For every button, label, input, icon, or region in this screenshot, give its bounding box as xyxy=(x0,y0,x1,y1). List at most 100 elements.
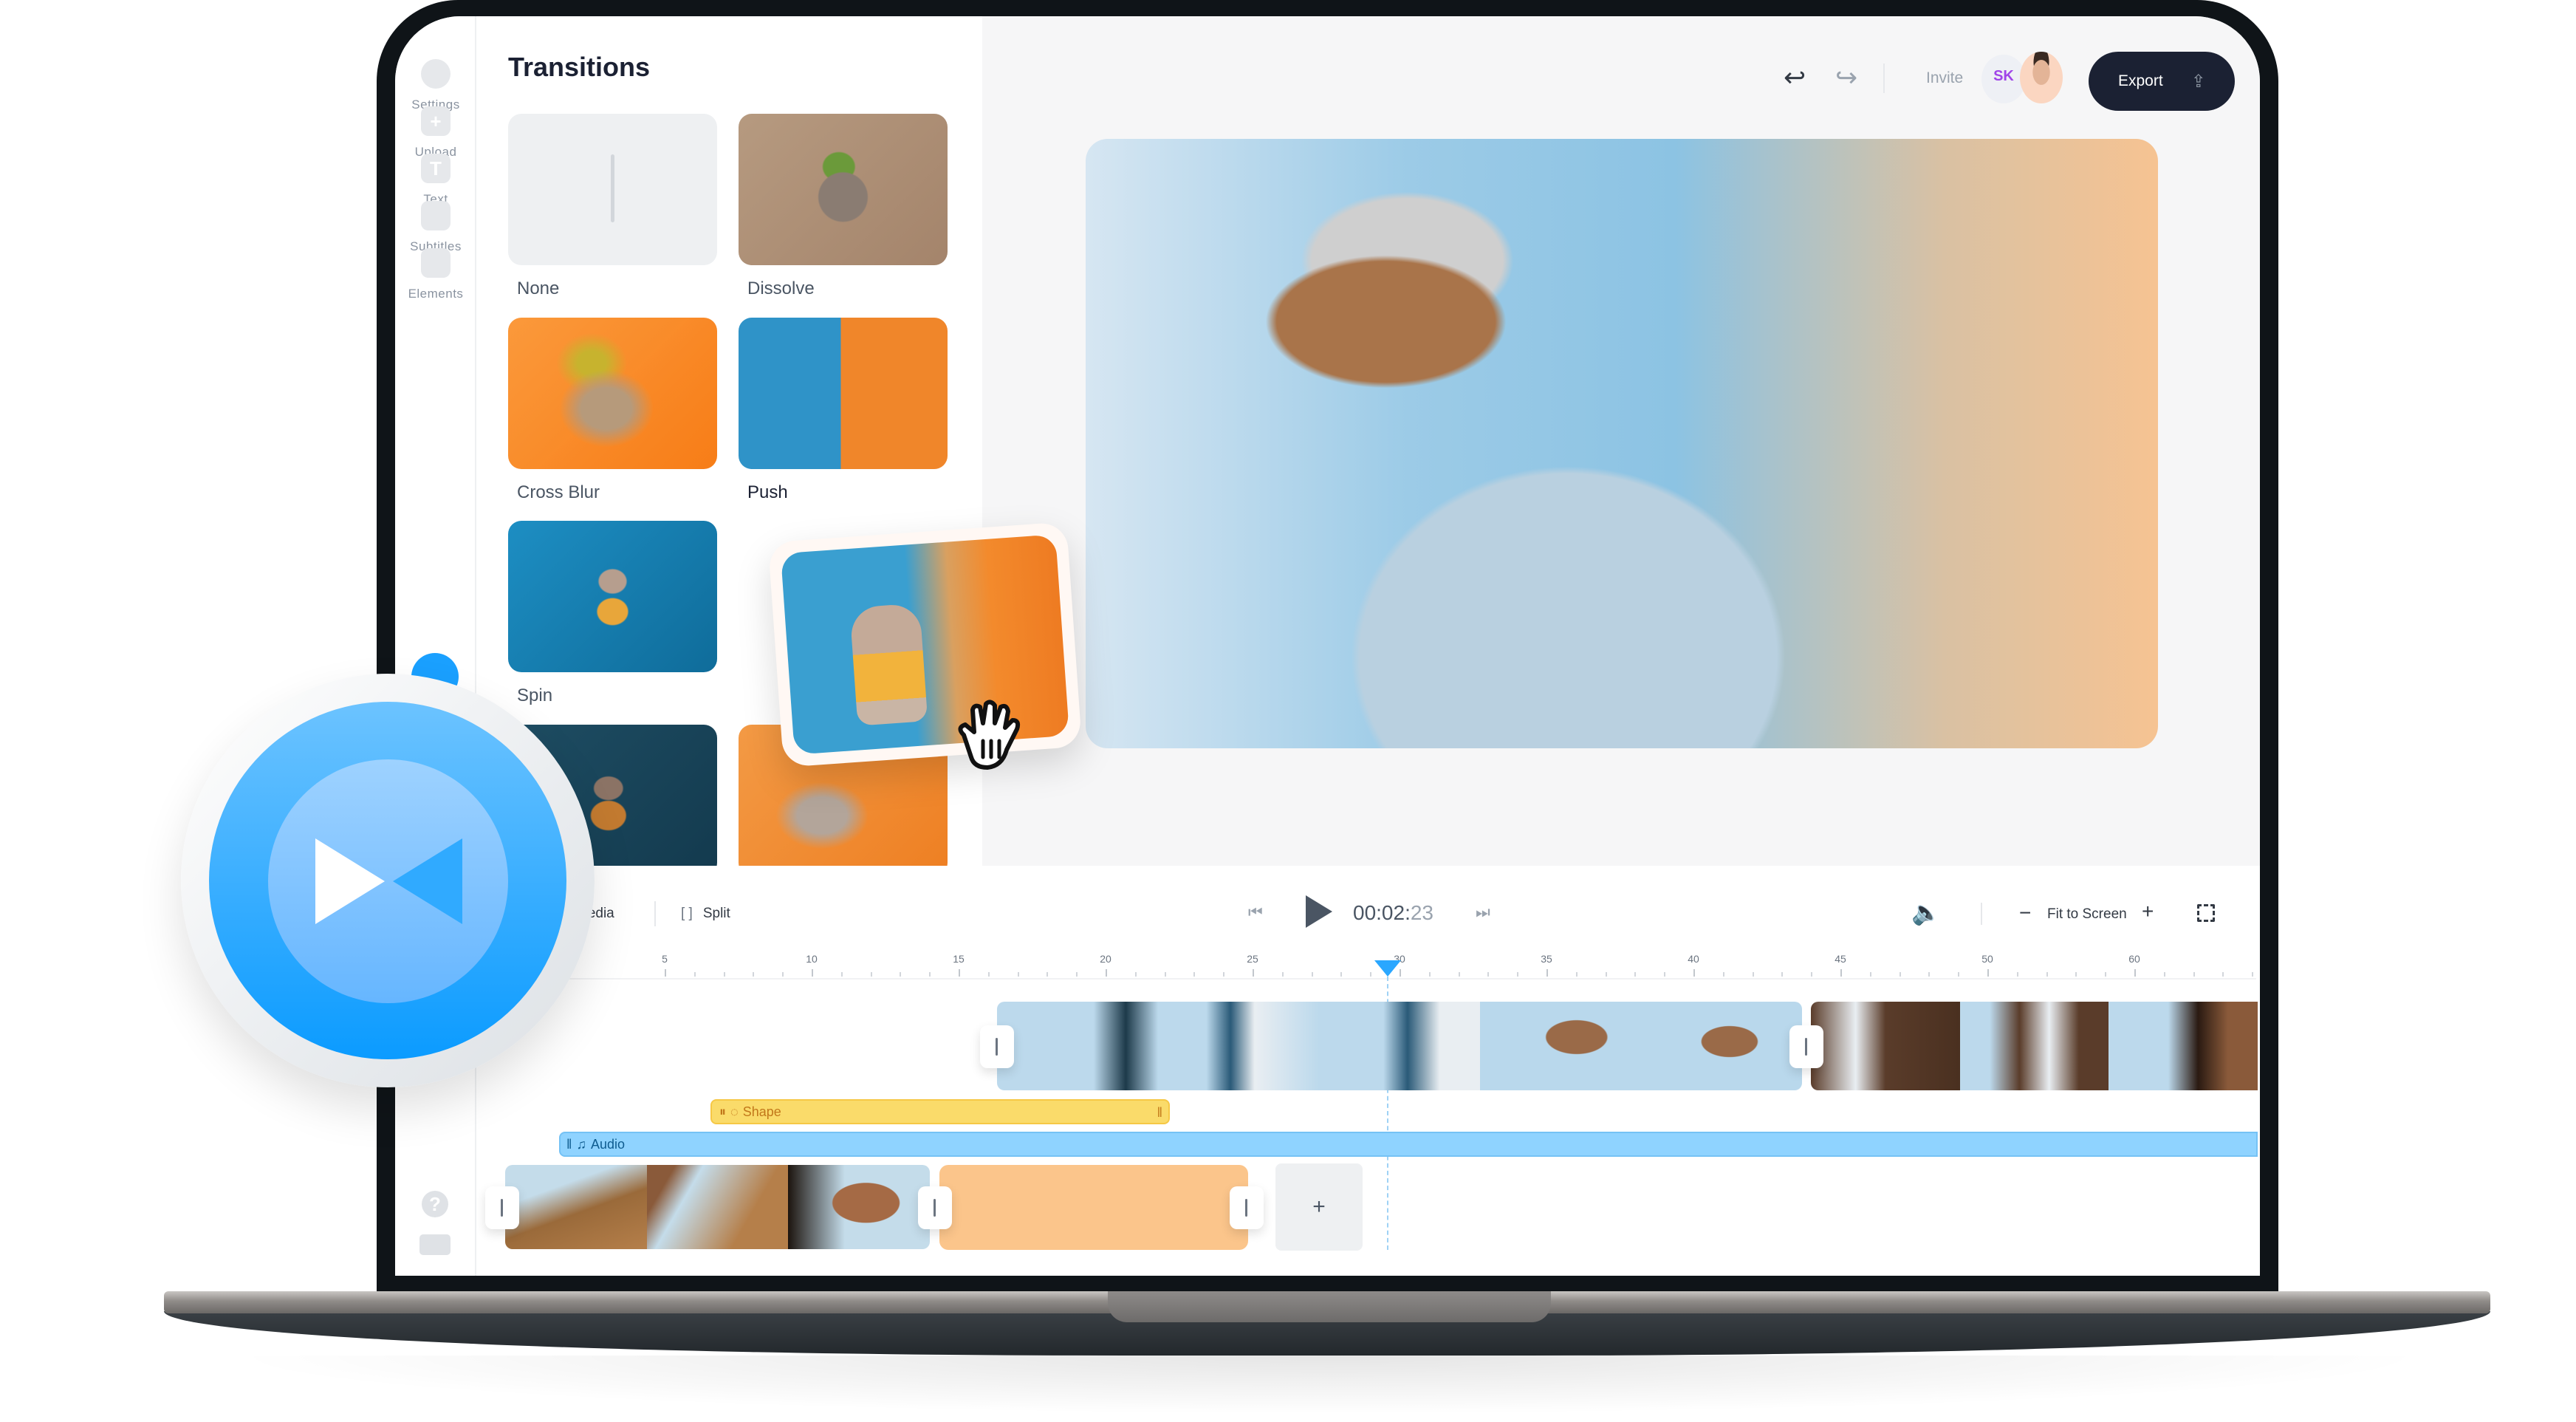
undo-icon[interactable]: ↩ xyxy=(1784,62,1806,93)
sidebar-item-settings[interactable]: Settings xyxy=(395,59,476,112)
clip-trim-handle[interactable] xyxy=(1230,1186,1264,1229)
ruler-tick-minor xyxy=(870,972,872,977)
avatar[interactable] xyxy=(2020,52,2063,103)
clip-frame xyxy=(1641,1002,1802,1090)
clip-frame xyxy=(505,1165,647,1249)
add-clip-button[interactable]: + xyxy=(1275,1163,1363,1251)
ruler-tick-minor xyxy=(2046,972,2048,977)
sidebar: Settings + Upload T Text Subtitles Eleme… xyxy=(395,16,476,1276)
dog-image xyxy=(849,603,928,726)
sidebar-item-label: Elements xyxy=(408,287,464,301)
transition-tile-dissolve[interactable] xyxy=(739,114,948,265)
divider xyxy=(1883,64,1885,93)
elements-icon xyxy=(421,248,451,278)
ruler-tick-minor xyxy=(2163,972,2165,977)
skip-back-icon[interactable]: ⏮ xyxy=(1248,903,1263,922)
ruler-tick-minor xyxy=(1722,972,1724,977)
ruler-tick-minor xyxy=(2222,972,2224,977)
video-clip[interactable] xyxy=(505,1165,930,1249)
panel-title: Transitions xyxy=(508,52,651,82)
clip-frame xyxy=(1158,1002,1319,1090)
clip-trim-handle[interactable] xyxy=(918,1186,952,1229)
upload-icon: + xyxy=(421,106,451,136)
timecode-frames: 23 xyxy=(1410,901,1434,924)
fullscreen-icon[interactable] xyxy=(2197,904,2215,922)
clip-frame xyxy=(1959,1002,2109,1090)
shape-track[interactable]: ⏸ ◌ Shape ‖ xyxy=(710,1099,1170,1124)
ruler-tick-label: 25 xyxy=(1247,953,1258,965)
video-clip[interactable] xyxy=(1811,1002,2258,1090)
ruler-tick-minor xyxy=(1076,972,1078,977)
transition-tile-push[interactable] xyxy=(739,318,948,469)
ruler-tick-minor xyxy=(1340,972,1343,977)
ruler-tick-major xyxy=(1987,969,1989,977)
divider xyxy=(1981,903,1982,925)
transition-label: None xyxy=(517,278,560,298)
sidebar-item-elements[interactable]: Elements xyxy=(395,248,476,301)
audio-track-label: Audio xyxy=(590,1136,625,1152)
shape-icon: ◌ xyxy=(730,1104,739,1119)
ruler-tick-major xyxy=(1840,969,1842,977)
text-icon: T xyxy=(421,154,451,183)
ruler-tick-major xyxy=(1546,969,1548,977)
ruler-tick-minor xyxy=(2075,972,2077,977)
audio-track[interactable]: ‖ ♫ Audio xyxy=(559,1132,2258,1157)
ruler-tick-minor xyxy=(1752,972,1754,977)
sidebar-item-text[interactable]: T Text xyxy=(395,154,476,207)
timeline-ruler[interactable] xyxy=(561,978,2256,980)
drag-handle-icon: ‖ xyxy=(566,1136,572,1152)
ruler-tick-minor xyxy=(1193,972,1196,977)
ruler-tick-label: 10 xyxy=(806,953,818,965)
transition-tile-cross-blur[interactable] xyxy=(508,318,717,469)
export-button[interactable]: Export ⇪ xyxy=(2089,52,2235,111)
ruler-tick-minor xyxy=(753,972,755,977)
grab-cursor-icon xyxy=(958,700,1021,770)
fit-to-screen-button[interactable]: Fit to Screen xyxy=(2047,906,2127,923)
skip-forward-icon[interactable]: ⏭ xyxy=(1476,903,1490,922)
ruler-tick-minor xyxy=(1281,972,1284,977)
playhead[interactable] xyxy=(1374,960,1401,977)
ruler-tick-minor xyxy=(1370,972,1372,977)
sidebar-item-subtitles[interactable]: Subtitles xyxy=(395,201,476,254)
keyboard-icon[interactable] xyxy=(419,1234,451,1255)
video-preview[interactable] xyxy=(1086,139,2158,748)
volume-icon[interactable]: 🔈 xyxy=(1911,898,1941,926)
ruler-tick-minor xyxy=(929,972,931,977)
ruler-tick-label: 50 xyxy=(1981,953,1993,965)
clip-frame xyxy=(788,1165,930,1249)
ruler-tick-minor xyxy=(1634,972,1637,977)
ruler-tick-minor xyxy=(987,972,990,977)
play-icon xyxy=(315,838,385,924)
clip-frame xyxy=(997,1002,1158,1090)
transition-tile-none[interactable] xyxy=(508,114,717,265)
split-button[interactable]: [ ] Split xyxy=(681,906,730,922)
clip-trim-handle[interactable] xyxy=(485,1186,519,1229)
ruler-tick-major xyxy=(812,969,813,977)
sidebar-item-upload[interactable]: + Upload xyxy=(395,106,476,160)
laptop-shadow xyxy=(222,1356,2437,1415)
laptop-notch xyxy=(1108,1291,1551,1322)
transition-label: Dissolve xyxy=(747,278,815,298)
subtitles-icon xyxy=(421,201,451,230)
clip-trim-handle[interactable] xyxy=(1789,1025,1823,1068)
clip-trim-handle[interactable] xyxy=(980,1025,1014,1068)
zoom-out-button[interactable]: − xyxy=(2019,901,2031,925)
drag-handle-icon[interactable]: ‖ xyxy=(1157,1105,1162,1121)
zoom-in-button[interactable]: + xyxy=(2142,900,2154,923)
ruler-tick-minor xyxy=(1223,972,1225,977)
ruler-tick-minor xyxy=(1605,972,1607,977)
help-icon[interactable]: ? xyxy=(422,1191,448,1217)
avatar[interactable]: SK xyxy=(1981,55,2026,103)
video-clip[interactable] xyxy=(997,1002,1802,1090)
color-clip[interactable] xyxy=(939,1165,1248,1250)
settings-icon xyxy=(421,59,451,89)
ruler-tick-minor xyxy=(1811,972,1813,977)
dragged-transition-card[interactable] xyxy=(767,522,1083,768)
play-button[interactable] xyxy=(1306,895,1332,928)
ruler-tick-label: 45 xyxy=(1835,953,1846,965)
redo-icon[interactable]: ↪ xyxy=(1835,62,1857,93)
clip-frame xyxy=(2109,1002,2258,1090)
transition-tile-spin[interactable] xyxy=(508,521,717,672)
clip-frame xyxy=(646,1165,789,1249)
invite-link[interactable]: Invite xyxy=(1926,69,1963,87)
